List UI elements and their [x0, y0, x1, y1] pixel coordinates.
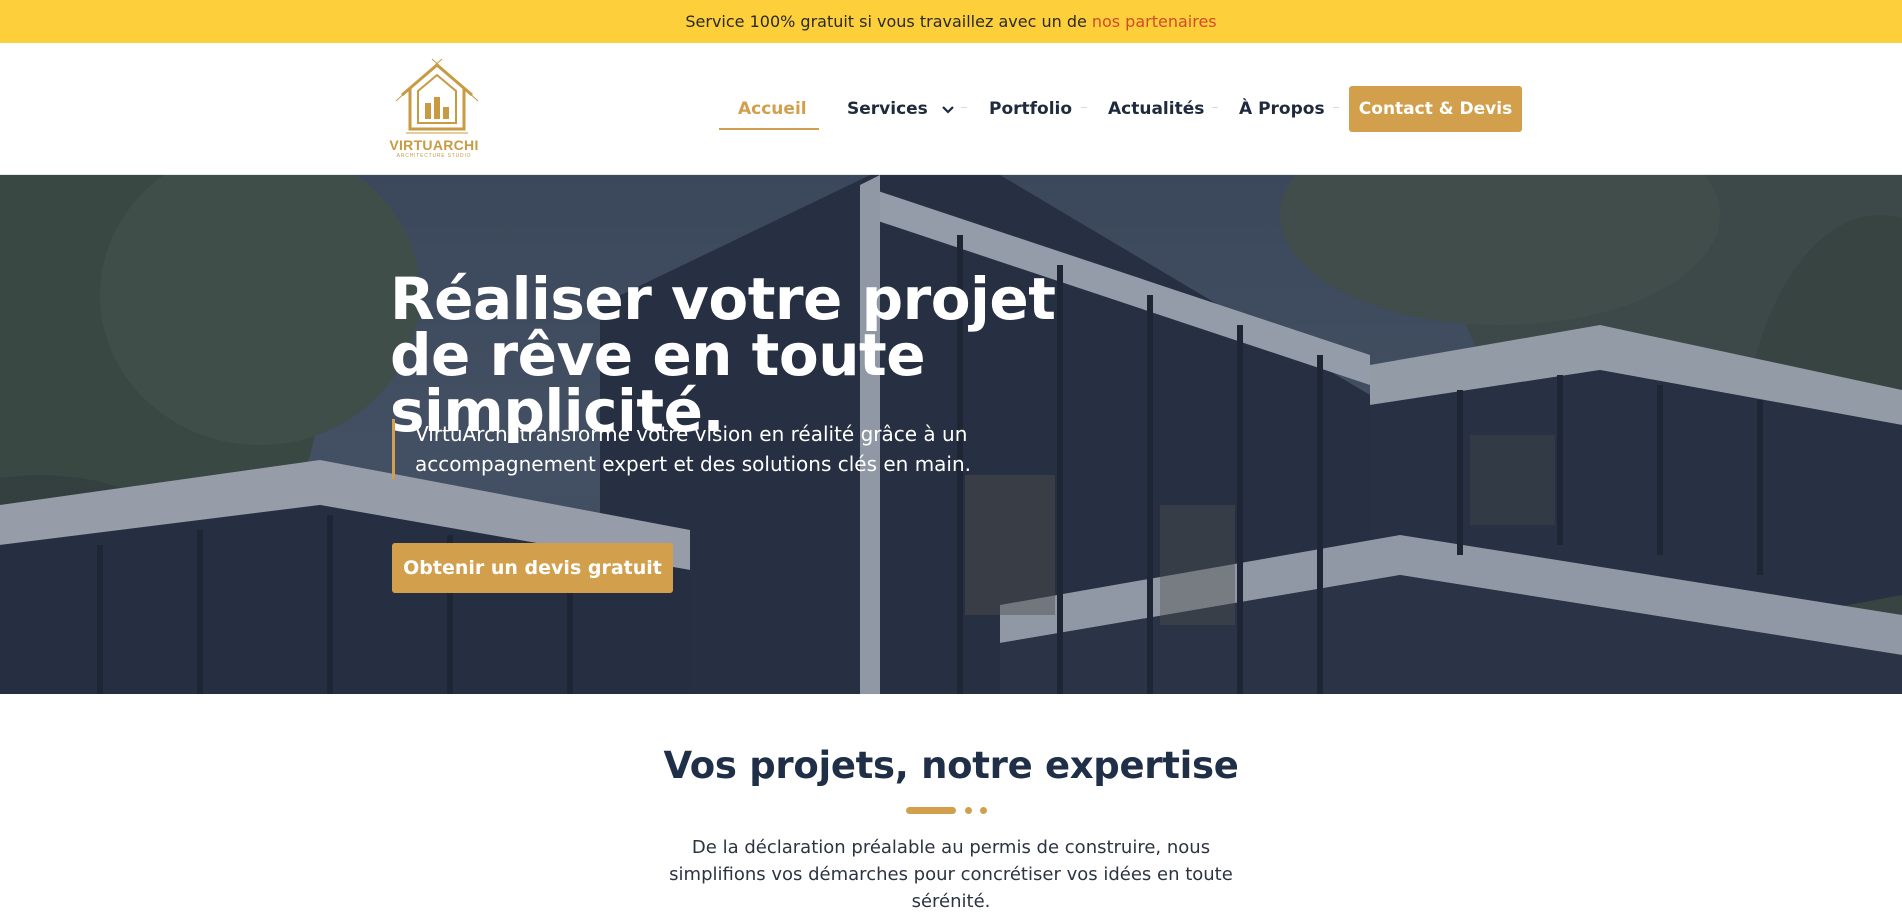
- promo-text: Service 100% gratuit si vous travaillez …: [685, 12, 1087, 31]
- nav-actualites-label: Actualités: [1108, 99, 1205, 119]
- nav-portfolio[interactable]: Portfolio: [989, 43, 1072, 175]
- hero-subtitle: VirtuArchi transforme votre vision en ré…: [392, 419, 992, 479]
- hero-title: Réaliser votre projet de rêve en toute s…: [390, 265, 1056, 445]
- nav-separator: [1212, 107, 1218, 108]
- hero-section: Réaliser votre projet de rêve en toute s…: [0, 175, 1902, 694]
- site-logo[interactable]: VIRTUARCHI ARCHITECTURE STUDIO: [386, 57, 486, 161]
- chevron-down-icon[interactable]: [942, 103, 954, 118]
- nav-separator: [1081, 107, 1087, 108]
- section-divider-bar: [906, 807, 956, 814]
- nav-accueil[interactable]: Accueil: [738, 43, 807, 175]
- section-description: De la déclaration préalable au permis de…: [669, 837, 1233, 912]
- nav-a-propos-label: À Propos: [1239, 99, 1325, 119]
- nav-services-label: Services: [847, 99, 928, 119]
- nav-separator: [961, 107, 967, 108]
- section-divider-dot: [965, 807, 972, 814]
- logo-brand-text: VIRTUARCHI: [389, 137, 479, 153]
- section-divider-dot: [980, 807, 987, 814]
- free-quote-button[interactable]: Obtenir un devis gratuit: [392, 543, 673, 593]
- logo-tagline: ARCHITECTURE STUDIO: [396, 153, 472, 159]
- site-header: VIRTUARCHI ARCHITECTURE STUDIO Accueil S…: [0, 43, 1902, 175]
- house-logo-icon: [395, 58, 479, 134]
- nav-actualites[interactable]: Actualités: [1108, 43, 1204, 175]
- section-title: Vos projets, notre expertise: [663, 744, 1239, 787]
- nav-accueil-label: Accueil: [738, 99, 807, 119]
- nav-a-propos[interactable]: À Propos: [1239, 43, 1325, 175]
- nav-services[interactable]: Services: [847, 43, 954, 175]
- partners-link[interactable]: nos partenaires: [1092, 12, 1217, 31]
- promo-banner: Service 100% gratuit si vous travaillez …: [0, 0, 1902, 43]
- nav-separator: [1333, 107, 1339, 108]
- contact-devis-button[interactable]: Contact & Devis: [1349, 86, 1522, 132]
- nav-portfolio-label: Portfolio: [989, 99, 1073, 119]
- nav-active-underline: [719, 128, 819, 130]
